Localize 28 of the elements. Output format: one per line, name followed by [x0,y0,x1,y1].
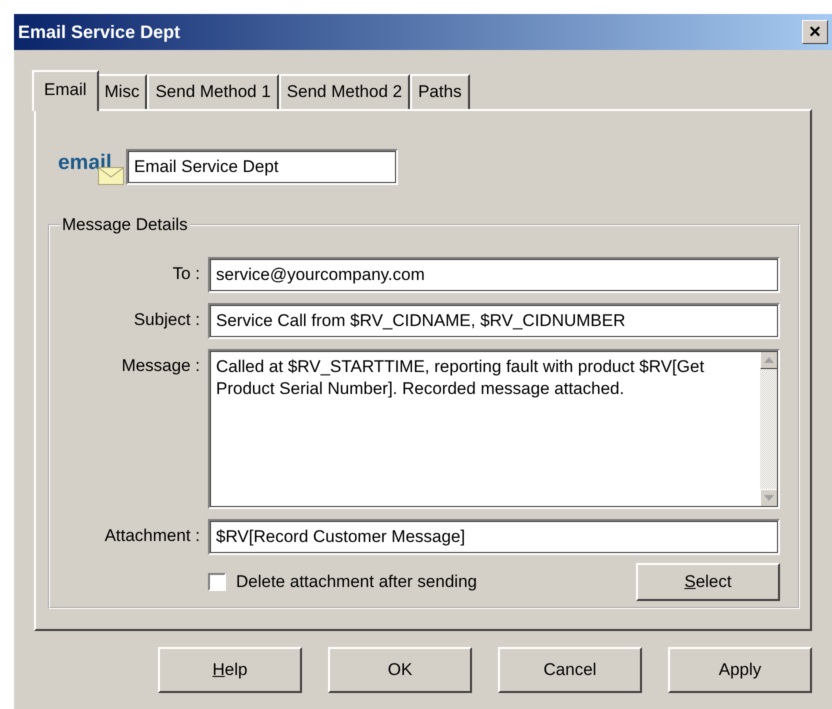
tab[interactable]: Paths [410,74,470,109]
field-label: Message : [120,355,200,376]
group-title: Message Details [61,215,189,235]
text-field[interactable]: service@yourcompany.com [208,257,780,293]
select-button[interactable]: Select [636,563,780,601]
tab[interactable]: Misc [96,74,148,109]
checkbox-label: Delete attachment after sending [236,572,477,592]
field-label: Subject : [132,309,200,330]
close-button[interactable]: × [802,20,828,44]
dialog-button[interactable]: OK [328,647,472,693]
text-field[interactable]: $RV[Record Customer Message] [208,519,780,555]
scrollbar[interactable] [760,351,778,507]
scroll-down-icon [764,495,774,501]
dialog-button[interactable]: Apply [668,647,812,693]
dialog-button[interactable]: Cancel [498,647,642,693]
tab[interactable]: Send Method 1 [147,74,279,109]
scroll-up-icon [764,357,774,363]
text-field[interactable]: Service Call from $RV_CIDNAME, $RV_CIDNUMBER [208,303,780,339]
name-field[interactable]: Email Service Dept [126,149,398,185]
field-label: Attachment : [104,525,200,546]
message-field[interactable]: Called at $RV_STARTTIME, reporting fault with product $RV[Get Product Serial Number]. Recorded message attached. [208,349,780,509]
email-logo: email [58,151,112,175]
tab[interactable]: Email [32,70,99,111]
window-title: Email Service Dept [18,22,180,42]
dialog-button[interactable]: Help [158,647,302,693]
tab[interactable]: Send Method 2 [278,74,410,109]
checkbox[interactable] [208,573,226,591]
field-label: To : [172,263,200,284]
